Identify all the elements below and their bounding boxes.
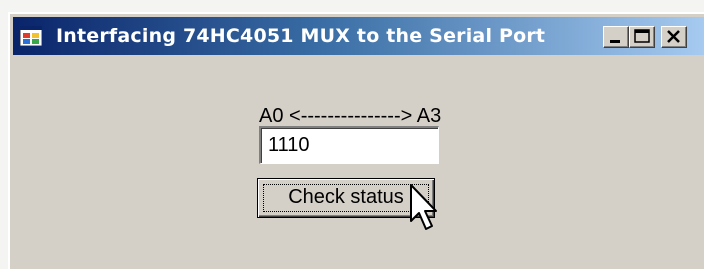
title-bar[interactable]: Interfacing 74HC4051 MUX to the Serial P…: [13, 17, 704, 55]
minimize-button[interactable]: [603, 26, 629, 48]
mouse-pointer-icon: [410, 184, 437, 230]
bit-range-label: A0 <---------------> A3: [259, 105, 442, 127]
maximize-button[interactable]: [629, 26, 655, 48]
window-title: Interfacing 74HC4051 MUX to the Serial P…: [56, 25, 546, 47]
close-button[interactable]: [661, 26, 687, 48]
focus-rectangle: [263, 184, 429, 212]
minimize-icon: [610, 40, 620, 43]
status-textbox[interactable]: 1110: [259, 126, 439, 164]
app-window: Interfacing 74HC4051 MUX to the Serial P…: [8, 12, 704, 269]
application-icon[interactable]: [19, 25, 43, 47]
maximize-icon: [634, 29, 650, 43]
close-icon: [667, 30, 680, 43]
